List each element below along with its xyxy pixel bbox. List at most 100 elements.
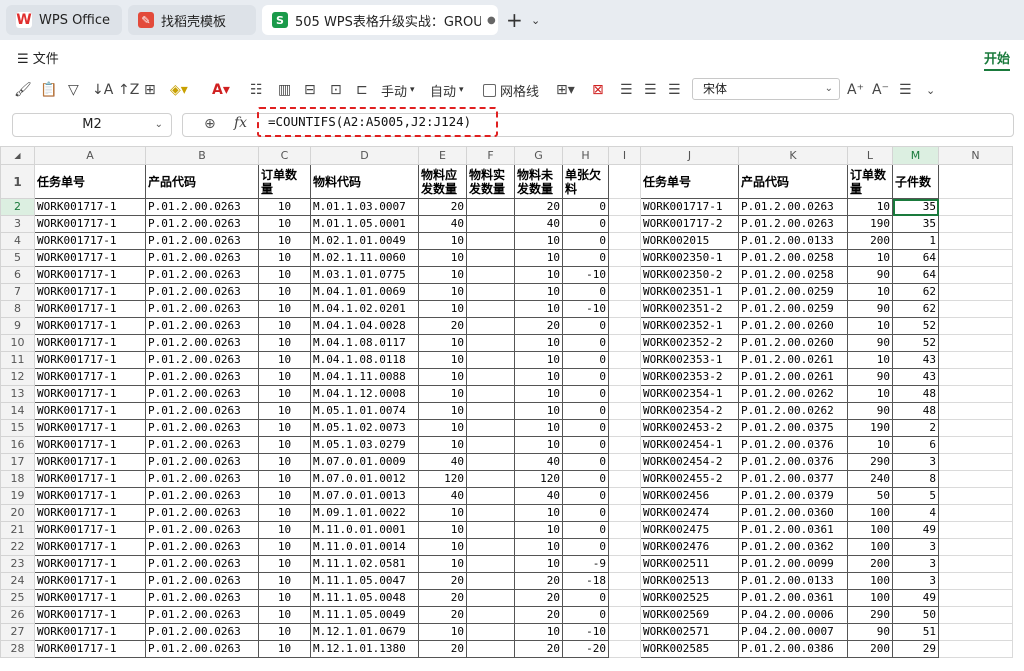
cell[interactable]: WORK002353-2 [640,368,739,386]
cell[interactable]: WORK001717-1 [34,572,146,590]
empty-cell[interactable] [608,198,641,216]
cell[interactable] [466,521,515,539]
cell[interactable]: M.05.1.03.0279 [310,436,419,454]
empty-cell[interactable] [938,402,1013,420]
cell[interactable] [466,351,515,369]
column-header-e[interactable]: E [418,146,467,165]
cell[interactable]: WORK001717-1 [34,385,146,403]
empty-cell[interactable] [938,453,1013,471]
cell[interactable]: WORK002456 [640,487,739,505]
column-header-h[interactable]: H [562,146,609,165]
cell[interactable]: 0 [562,317,609,335]
empty-cell[interactable] [938,538,1013,556]
clear-format-icon[interactable]: ⊠ [592,80,604,100]
cell[interactable]: 52 [892,317,939,335]
cell[interactable]: P.01.2.00.0379 [738,487,848,505]
row-header[interactable]: 14 [0,402,35,420]
empty-cell[interactable] [938,640,1013,658]
cell[interactable]: 10 [258,232,311,250]
cell[interactable]: P.01.2.00.0263 [145,487,259,505]
cell[interactable]: 10 [418,249,467,267]
cell[interactable]: 10 [418,334,467,352]
header-cell[interactable]: 订单数量 [847,164,893,199]
cell[interactable]: P.01.2.00.0263 [145,640,259,658]
cell[interactable]: 50 [847,487,893,505]
cell[interactable]: 290 [847,606,893,624]
file-menu[interactable]: ☰ 文件 [17,48,59,67]
cell[interactable]: 3 [892,538,939,556]
cell[interactable]: 40 [418,453,467,471]
cell[interactable]: 20 [418,640,467,658]
cell[interactable]: P.01.2.00.0263 [145,232,259,250]
cell[interactable]: P.01.2.00.0259 [738,283,848,301]
header-cell[interactable]: 产品代码 [738,164,848,199]
cell[interactable]: 20 [514,572,563,590]
cell[interactable]: 0 [562,589,609,607]
font-size-increase-icon[interactable]: A⁺ [847,80,864,100]
cell[interactable]: 10 [514,402,563,420]
new-tab-plus-icon[interactable]: + [506,10,523,30]
row-header[interactable]: 1 [0,164,35,199]
row-header[interactable]: 13 [0,385,35,403]
cell[interactable]: WORK001717-1 [34,266,146,284]
empty-cell[interactable] [938,351,1013,369]
cell[interactable] [466,606,515,624]
column-header-c[interactable]: C [258,146,311,165]
paste-icon[interactable]: 📋 [40,80,57,100]
fill-color-icon[interactable]: ◈▾ [170,80,188,100]
align-right-icon[interactable]: ☰ [668,80,681,100]
cell[interactable] [466,283,515,301]
cell[interactable]: P.01.2.00.0263 [145,215,259,233]
column-header-a[interactable]: A [34,146,146,165]
empty-cell[interactable] [608,402,641,420]
cell[interactable]: P.01.2.00.0263 [145,368,259,386]
cell[interactable]: 10 [258,385,311,403]
cell[interactable]: 10 [418,283,467,301]
cell[interactable]: WORK002525 [640,589,739,607]
cell[interactable]: 64 [892,249,939,267]
row-header[interactable]: 25 [0,589,35,607]
cell[interactable]: P.01.2.00.0375 [738,419,848,437]
cell[interactable]: 0 [562,198,609,216]
cell[interactable]: 20 [418,589,467,607]
cell[interactable]: 190 [847,419,893,437]
cell[interactable] [466,555,515,573]
row-header[interactable]: 21 [0,521,35,539]
cell-style-icon[interactable]: ⊞▾ [556,80,575,100]
cell[interactable]: WORK002454-1 [640,436,739,454]
cell[interactable]: 100 [847,589,893,607]
cell[interactable]: P.01.2.00.0259 [738,300,848,318]
cell[interactable]: 10 [514,436,563,454]
cell[interactable]: 10 [514,351,563,369]
cell[interactable]: WORK001717-1 [34,436,146,454]
cell[interactable]: P.01.2.00.0263 [145,402,259,420]
empty-cell[interactable] [608,606,641,624]
cell[interactable]: P.01.2.00.0262 [738,385,848,403]
cell[interactable]: WORK002585 [640,640,739,658]
cell[interactable]: 52 [892,334,939,352]
row-header[interactable]: 15 [0,419,35,437]
cell[interactable]: P.01.2.00.0386 [738,640,848,658]
cell[interactable] [466,640,515,658]
empty-cell[interactable] [938,164,1013,199]
cell[interactable]: M.04.1.01.0069 [310,283,419,301]
cell[interactable]: M.11.0.01.0014 [310,538,419,556]
cell[interactable]: P.01.2.00.0263 [145,453,259,471]
header-cell[interactable]: 子件数 [892,164,939,199]
cell[interactable]: M.02.1.01.0049 [310,232,419,250]
tab-wps-office[interactable]: W WPS Office [6,5,122,35]
empty-cell[interactable] [938,249,1013,267]
cell[interactable]: P.01.2.00.0263 [145,504,259,522]
cell[interactable]: 10 [514,334,563,352]
empty-cell[interactable] [938,232,1013,250]
cell[interactable]: M.12.1.01.0679 [310,623,419,641]
cell[interactable]: 3 [892,555,939,573]
cell[interactable]: 90 [847,300,893,318]
empty-cell[interactable] [608,334,641,352]
row-header[interactable]: 18 [0,470,35,488]
cell[interactable]: 10 [418,232,467,250]
cell[interactable]: 120 [514,470,563,488]
cell[interactable]: P.01.2.00.0362 [738,538,848,556]
empty-cell[interactable] [938,521,1013,539]
cell[interactable]: 10 [258,453,311,471]
